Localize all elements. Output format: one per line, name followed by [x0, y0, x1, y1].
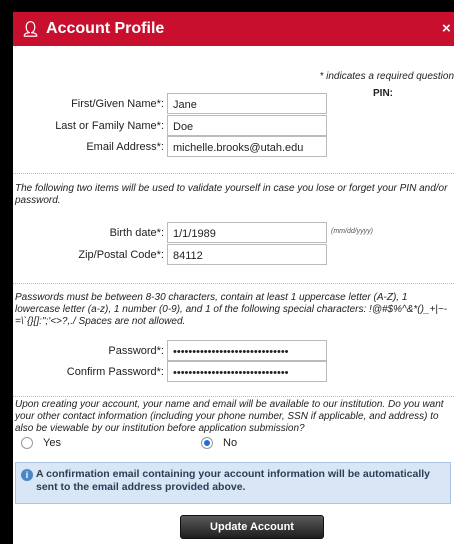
radio-selected-dot [204, 440, 210, 446]
birth-date-format-hint: (mm/dd/yyyy) [331, 228, 373, 235]
confirm-password-label: Confirm Password*: [66, 366, 164, 378]
dialog-header: 👤︎ Account Profile × [13, 12, 454, 46]
zip-row: Zip/Postal Code*: [13, 244, 454, 266]
zip-field[interactable] [167, 244, 327, 265]
person-icon: 👤︎ [21, 21, 41, 38]
last-name-field[interactable] [167, 115, 327, 136]
first-name-label: First/Given Name*: [71, 98, 164, 110]
info-message: A confirmation email containing your acc… [36, 468, 430, 493]
first-name-row: First/Given Name*: [13, 93, 454, 115]
birth-date-field[interactable] [167, 222, 327, 243]
last-name-label: Last or Family Name*: [55, 120, 164, 132]
info-icon: i [21, 469, 33, 481]
password-field[interactable] [167, 340, 327, 361]
validation-explanation: The following two items will be used to … [15, 183, 448, 206]
section-divider [13, 283, 454, 284]
radio-no-label: No [223, 437, 238, 449]
confirmation-info-box: i A confirmation email containing your a… [15, 462, 451, 504]
sharing-no-option[interactable]: No [201, 437, 237, 449]
radio-yes-label: Yes [43, 437, 61, 449]
update-account-button[interactable]: Update Account [180, 515, 324, 539]
password-row: Password*: [13, 340, 454, 362]
confirm-password-row: Confirm Password*: [13, 361, 454, 383]
dialog-title: Account Profile [46, 20, 165, 37]
section-divider [13, 173, 454, 174]
sharing-question: Upon creating your account, your name an… [15, 399, 444, 434]
email-row: Email Address*: [13, 136, 454, 158]
last-name-row: Last or Family Name*: [13, 115, 454, 137]
password-label: Password*: [108, 345, 164, 357]
close-icon[interactable]: × [442, 20, 454, 37]
radio-no[interactable] [201, 437, 213, 449]
required-note: * indicates a required question [319, 71, 454, 82]
first-name-field[interactable] [167, 93, 327, 114]
section-divider [13, 396, 454, 397]
zip-label: Zip/Postal Code*: [78, 249, 164, 261]
radio-yes[interactable] [21, 437, 33, 449]
account-profile-dialog: 👤︎ Account Profile × * indicates a requi… [13, 12, 454, 544]
email-label: Email Address*: [86, 141, 164, 153]
password-rules: Passwords must be between 8-30 character… [15, 292, 448, 327]
birth-date-row: Birth date*: (mm/dd/yyyy) [13, 222, 454, 244]
confirm-password-field[interactable] [167, 361, 327, 382]
email-field[interactable] [167, 136, 327, 157]
sharing-yes-option[interactable]: Yes [21, 437, 61, 449]
page-background: 👤︎ Account Profile × * indicates a requi… [0, 0, 454, 544]
birth-date-label: Birth date*: [109, 227, 164, 239]
